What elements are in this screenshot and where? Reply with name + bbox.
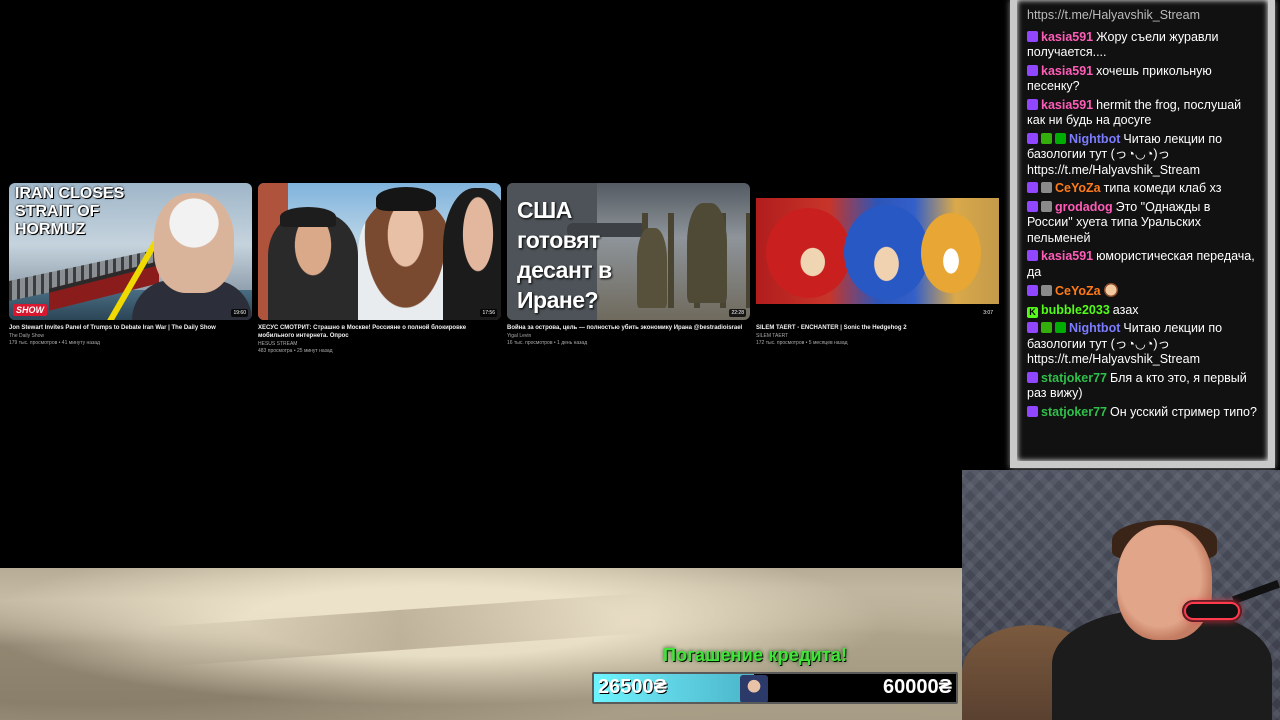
chat-username[interactable]: Nightbot: [1069, 132, 1120, 146]
mod-badge-icon: [1041, 132, 1052, 144]
video-thumbnail[interactable]: 3:07: [756, 183, 999, 320]
donation-goal-title: Погашение кредита!: [663, 645, 848, 665]
chat-username[interactable]: CeYoZa: [1055, 284, 1101, 298]
video-thumbnail[interactable]: США готовят десант в Иране? 22:28: [507, 183, 750, 320]
donation-goal-current: 26500₴: [598, 676, 667, 698]
twitch-badge-icon: [1027, 30, 1038, 42]
green-badge-icon: [1055, 132, 1066, 144]
video-title[interactable]: SILEM TAERT - ENCHANTER | Sonic the Hedg…: [756, 324, 999, 332]
chat-username[interactable]: kasia591: [1041, 249, 1093, 263]
donation-goal-avatar: [740, 675, 768, 702]
mod-badge-icon: [1041, 322, 1052, 333]
chat-message: kasia591 Жору съели журавли получается...…: [1027, 30, 1257, 61]
twitch-badge-icon: [1027, 285, 1038, 296]
video-title[interactable]: Война за острова, цель — полностью убить…: [507, 324, 750, 332]
chat-message-list[interactable]: https://t.me/Halyavshik_Stream kasia591 Ж…: [1027, 8, 1257, 458]
video-meta: 172 тыс. просмотров • 5 месяцев назад: [756, 340, 848, 346]
chat-message: statjoker77 Бля а кто это, я первый раз в…: [1027, 371, 1257, 402]
chat-message: CeYoZa типа комеди клаб хз: [1027, 181, 1257, 197]
video-duration: 3:07: [981, 309, 995, 317]
video-card[interactable]: 17:56 ХЕСУС СМОТРИТ: Страшно в Москве! Р…: [258, 183, 501, 355]
chat-username[interactable]: kasia591: [1041, 30, 1093, 44]
video-meta: 179 тыс. просмотров • 41 минуту назад: [9, 340, 100, 346]
twitch-badge-icon: [1027, 405, 1038, 417]
twitch-badge-icon: [1027, 200, 1038, 212]
daily-show-logo: SHOW: [13, 304, 47, 316]
video-card[interactable]: 3:07 SILEM TAERT - ENCHANTER | Sonic the…: [756, 183, 999, 347]
video-grid: IRAN CLOSES STRAIT OF HORMUZ SHOW 19:60 …: [9, 183, 1001, 363]
chat-message-text: Он усский стример типо?: [1110, 404, 1257, 419]
chat-username[interactable]: kasia591: [1041, 64, 1093, 78]
video-card[interactable]: IRAN CLOSES STRAIT OF HORMUZ SHOW 19:60 …: [9, 183, 252, 347]
video-meta: 483 просмотра • 25 минут назад: [258, 348, 333, 354]
video-duration: 17:56: [480, 309, 497, 317]
video-thumbnail[interactable]: IRAN CLOSES STRAIT OF HORMUZ SHOW 19:60: [9, 183, 252, 320]
video-channel[interactable]: HESUS STREAM: [258, 341, 501, 348]
twitch-badge-icon: [1027, 371, 1038, 383]
chat-message: Kbubble2033 азах: [1027, 303, 1257, 319]
thumbnail-headline: IRAN CLOSES STRAIT OF HORMUZ: [15, 185, 125, 238]
video-meta: 16 тыс. просмотров • 1 день назад: [507, 340, 588, 346]
grey-badge-icon: [1041, 182, 1052, 193]
chat-username[interactable]: kasia591: [1041, 98, 1093, 112]
chat-username[interactable]: Nightbot: [1069, 321, 1120, 335]
video-title[interactable]: Jon Stewart Invites Panel of Trumps to D…: [9, 324, 252, 332]
grey-badge-icon: [1041, 200, 1052, 212]
twitch-badge-icon: [1027, 64, 1038, 76]
chat-message: kasia591 юмористическая передача, да: [1027, 249, 1257, 280]
thumbnail-headline: США готовят десант в Иране?: [517, 197, 612, 313]
chat-username[interactable]: CeYoZa: [1055, 181, 1101, 195]
video-duration: 22:28: [729, 309, 746, 317]
twitch-badge-icon: [1027, 322, 1038, 333]
green-badge-icon: [1055, 322, 1066, 333]
chat-message: CeYoZa: [1027, 283, 1257, 300]
chat-message: Nightbot Читаю лекции по базологии тут (っ…: [1027, 132, 1257, 179]
grey-badge-icon: [1041, 285, 1052, 296]
chat-message-text: типа комеди клаб хз: [1103, 181, 1222, 195]
chat-username[interactable]: bubble2033: [1041, 303, 1110, 317]
twitch-badge-icon: [1027, 132, 1038, 144]
webcam-feed: [962, 470, 1280, 720]
chat-message: Nightbot Читаю лекции по базологии тут (っ…: [1027, 321, 1257, 368]
chat-username[interactable]: statjoker77: [1041, 405, 1107, 419]
kick-badge-icon: K: [1027, 306, 1038, 318]
chat-username[interactable]: grodadog: [1055, 200, 1113, 214]
emote-icon: [1103, 283, 1118, 297]
video-card[interactable]: США готовят десант в Иране? 22:28 Война …: [507, 183, 750, 347]
chat-cutoff-line: https://t.me/Halyavshik_Stream: [1027, 8, 1200, 22]
video-channel[interactable]: SILEM TAERT: [756, 333, 999, 340]
chat-message: grodadog Это "Однажды в России" хуета тип…: [1027, 200, 1257, 247]
video-channel[interactable]: Yigal Levin: [507, 333, 750, 340]
twitch-badge-icon: [1027, 250, 1038, 261]
video-channel[interactable]: The Daily Show: [9, 333, 252, 340]
donation-goal-target: 60000₴: [883, 676, 952, 698]
chat-message: kasia591 хочешь прикольную песенку?: [1027, 64, 1257, 95]
chat-message: statjoker77 Он усский стример типо?: [1027, 405, 1257, 421]
donation-goal-bar: 26500₴ 60000₴: [592, 672, 958, 704]
twitch-badge-icon: [1027, 98, 1038, 110]
chat-message: kasia591 hermit the frog, послушай как ни…: [1027, 98, 1257, 129]
chat-panel: https://t.me/Halyavshik_Stream kasia591 Ж…: [1010, 0, 1280, 470]
twitch-badge-icon: [1027, 182, 1038, 193]
chat-username[interactable]: statjoker77: [1041, 371, 1107, 385]
chat-message-text: азах: [1112, 302, 1139, 317]
video-title[interactable]: ХЕСУС СМОТРИТ: Страшно в Москве! Россиян…: [258, 324, 501, 340]
video-thumbnail[interactable]: 17:56: [258, 183, 501, 320]
video-duration: 19:60: [231, 309, 248, 317]
